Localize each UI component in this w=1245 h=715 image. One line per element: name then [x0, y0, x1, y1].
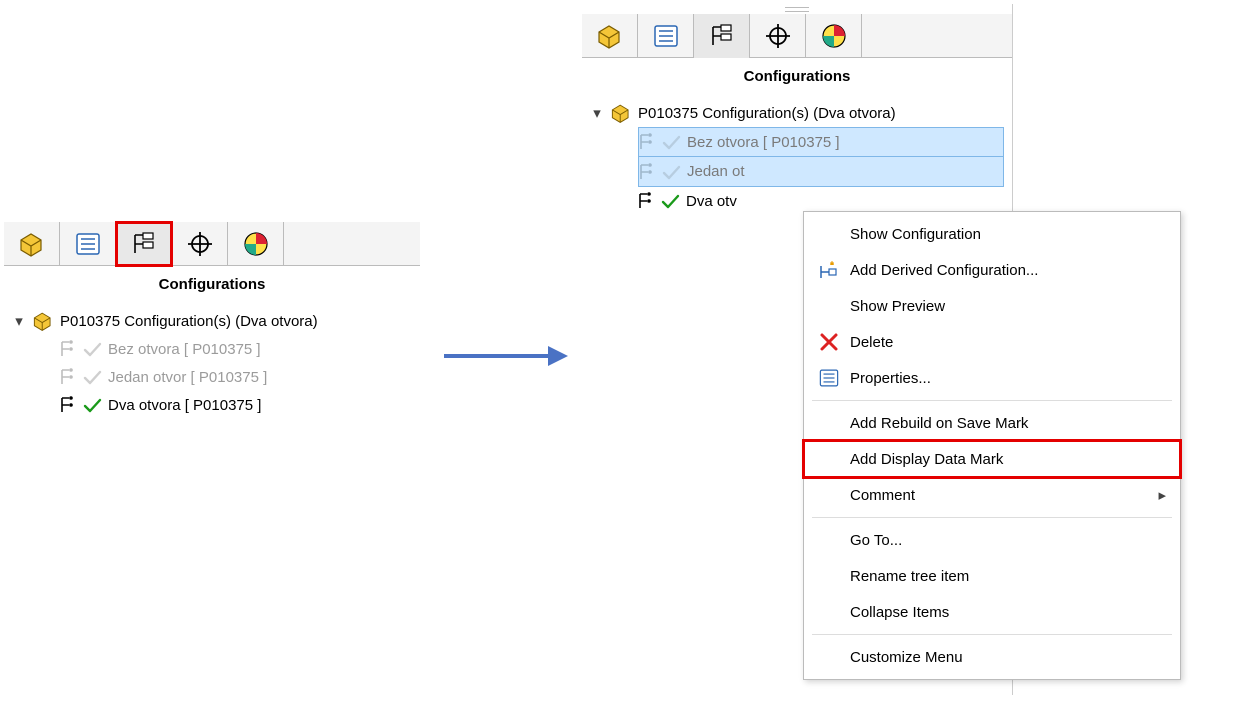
menu-collapse-items[interactable]: Collapse Items	[804, 594, 1180, 630]
tree-root-label: P010375 Configuration(s) (Dva otvora)	[60, 313, 318, 330]
tree-item-label: Dva otv	[686, 193, 737, 210]
check-icon	[82, 368, 102, 386]
appearance-icon	[820, 22, 848, 50]
tab-appearance[interactable]	[806, 14, 862, 58]
menu-properties[interactable]: Properties...	[804, 360, 1180, 396]
tree-item-label: Bez otvora [ P010375 ]	[687, 134, 840, 151]
tree-item-selected[interactable]: Bez otvora [ P010375 ]	[638, 127, 1004, 157]
menu-show-preview[interactable]: Show Preview	[804, 288, 1180, 324]
delete-icon	[818, 332, 840, 352]
target-icon	[186, 230, 214, 258]
tab-property-manager[interactable]	[60, 222, 116, 266]
part-icon	[18, 230, 46, 258]
tree-item-label: Jedan ot	[687, 163, 745, 180]
menu-item-label: Add Display Data Mark	[850, 451, 1166, 468]
check-icon	[661, 163, 681, 181]
panel-title: Configurations	[4, 266, 420, 303]
menu-go-to[interactable]: Go To...	[804, 522, 1180, 558]
panel-gripper[interactable]	[582, 4, 1012, 14]
appearance-icon	[242, 230, 270, 258]
menu-comment[interactable]: Comment ▸	[804, 477, 1180, 513]
properties-icon	[818, 367, 840, 389]
config-tree-left: ▾ P010375 Configuration(s) (Dva otvora) …	[4, 303, 420, 433]
tab-feature-manager[interactable]	[4, 222, 60, 266]
config-node-icon	[60, 340, 76, 358]
tree-item-selected[interactable]: Jedan ot	[638, 157, 1004, 187]
tree-item-label: Bez otvora [ P010375 ]	[108, 341, 261, 358]
submenu-arrow-icon: ▸	[1158, 486, 1166, 504]
menu-delete[interactable]: Delete	[804, 324, 1180, 360]
menu-show-configuration[interactable]: Show Configuration	[804, 216, 1180, 252]
menu-separator	[812, 400, 1172, 401]
context-menu: Show Configuration Add Derived Configura…	[803, 211, 1181, 680]
tree-item[interactable]: Bez otvora [ P010375 ]	[60, 335, 412, 363]
menu-item-label: Add Derived Configuration...	[850, 262, 1166, 279]
check-icon	[82, 340, 102, 358]
menu-add-derived-configuration[interactable]: Add Derived Configuration...	[804, 252, 1180, 288]
config-node-icon	[639, 163, 655, 181]
tab-dimxpert[interactable]	[172, 222, 228, 266]
tree-item-active[interactable]: Dva otvora [ P010375 ]	[60, 391, 412, 419]
tree-item-label: Dva otvora [ P010375 ]	[108, 397, 261, 414]
panel-title: Configurations	[582, 58, 1012, 95]
menu-item-label: Collapse Items	[850, 604, 1166, 621]
part-icon	[32, 310, 54, 332]
menu-item-label: Customize Menu	[850, 649, 1166, 666]
tree-root[interactable]: ▾ P010375 Configuration(s) (Dva otvora)	[12, 307, 412, 335]
tab-configuration-manager[interactable]	[694, 14, 750, 58]
check-icon	[661, 133, 681, 151]
menu-item-label: Comment	[850, 487, 1148, 504]
tree-root-label: P010375 Configuration(s) (Dva otvora)	[638, 105, 896, 122]
list-icon	[652, 22, 680, 50]
menu-item-label: Show Preview	[850, 298, 1166, 315]
menu-item-label: Go To...	[850, 532, 1166, 549]
menu-item-label: Rename tree item	[850, 568, 1166, 585]
menu-add-display-data-mark[interactable]: Add Display Data Mark	[804, 441, 1180, 477]
part-icon	[610, 102, 632, 124]
menu-add-rebuild-mark[interactable]: Add Rebuild on Save Mark	[804, 405, 1180, 441]
panel-tabs-right	[582, 14, 1012, 58]
arrow-right-icon	[440, 338, 570, 374]
menu-item-label: Add Rebuild on Save Mark	[850, 415, 1166, 432]
config-panel-left: Configurations ▾ P010375 Configuration(s…	[4, 222, 420, 433]
menu-item-label: Delete	[850, 334, 1166, 351]
tab-property-manager[interactable]	[638, 14, 694, 58]
caret-down-icon[interactable]: ▾	[12, 312, 26, 330]
derived-config-icon	[818, 260, 840, 280]
config-node-icon	[639, 133, 655, 151]
target-icon	[764, 22, 792, 50]
config-node-icon	[60, 368, 76, 386]
caret-down-icon[interactable]: ▾	[590, 104, 604, 122]
list-icon	[74, 230, 102, 258]
check-icon	[660, 192, 680, 210]
menu-item-label: Show Configuration	[850, 226, 1166, 243]
tree-item-label: Jedan otvor [ P010375 ]	[108, 369, 267, 386]
config-icon	[130, 230, 158, 258]
check-icon	[82, 396, 102, 414]
menu-item-label: Properties...	[850, 370, 1166, 387]
part-icon	[596, 22, 624, 50]
menu-separator	[812, 517, 1172, 518]
tree-item[interactable]: Jedan otvor [ P010375 ]	[60, 363, 412, 391]
tab-feature-manager[interactable]	[582, 14, 638, 58]
tree-root[interactable]: ▾ P010375 Configuration(s) (Dva otvora)	[590, 99, 1004, 127]
menu-separator	[812, 634, 1172, 635]
config-node-icon	[638, 192, 654, 210]
panel-tabs-left	[4, 222, 420, 266]
config-icon	[708, 22, 736, 50]
menu-rename-tree-item[interactable]: Rename tree item	[804, 558, 1180, 594]
tab-dimxpert[interactable]	[750, 14, 806, 58]
tab-configuration-manager[interactable]	[116, 222, 172, 266]
tab-appearance[interactable]	[228, 222, 284, 266]
menu-customize-menu[interactable]: Customize Menu	[804, 639, 1180, 675]
config-node-icon	[60, 396, 76, 414]
